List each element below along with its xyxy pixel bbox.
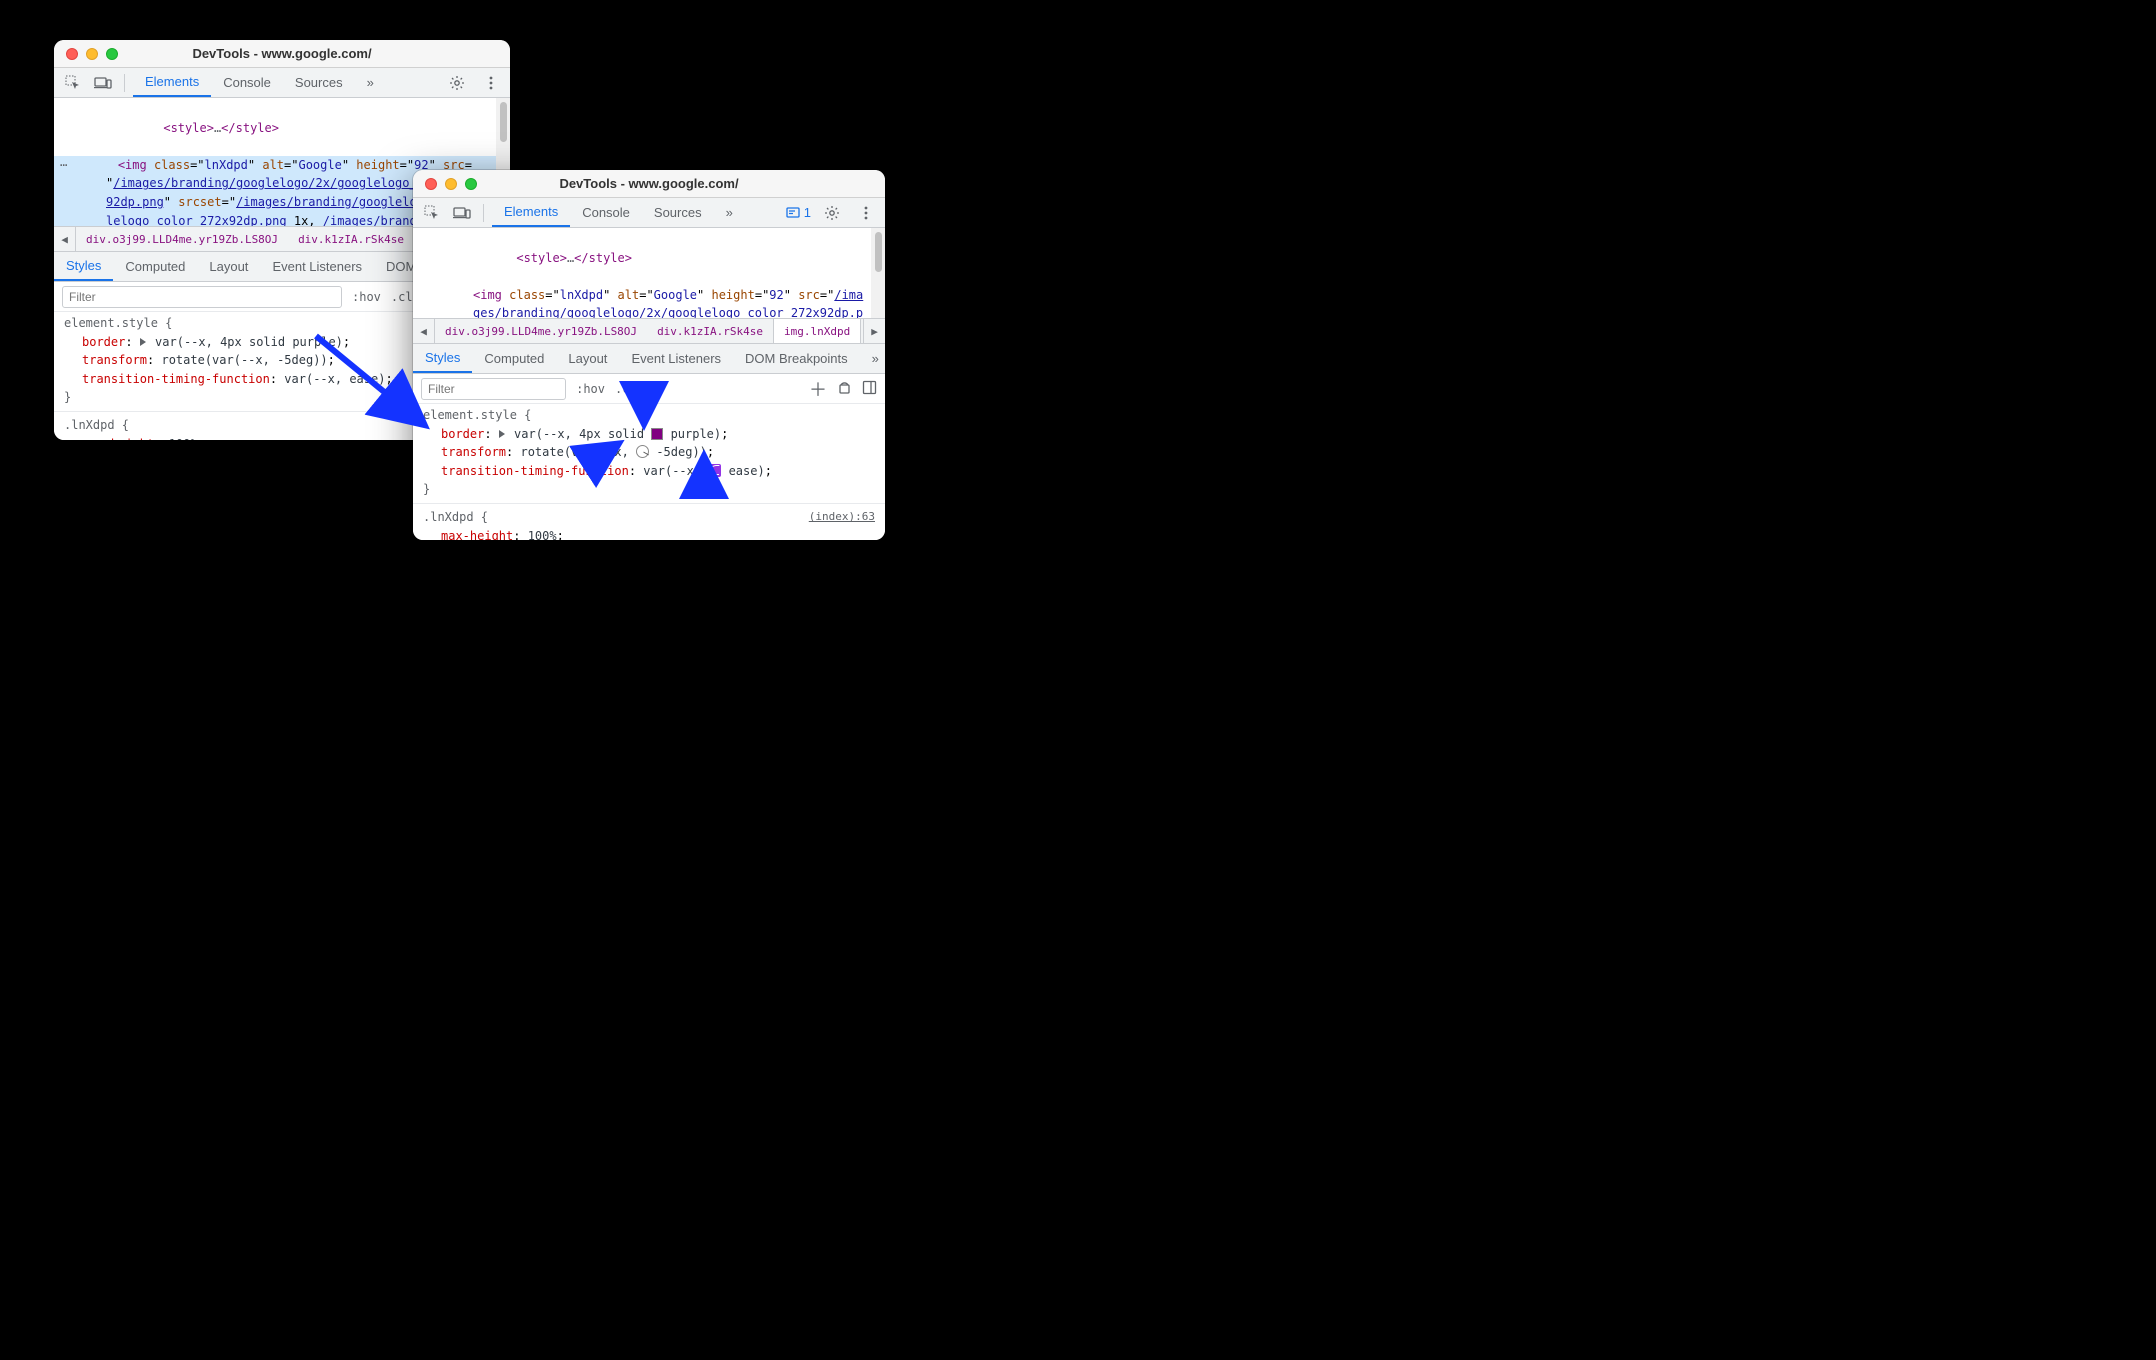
settings-icon[interactable] [444, 71, 470, 95]
styles-editor-icon[interactable] [837, 380, 852, 398]
css-declaration[interactable]: transform: rotate(var(--x, -5deg)); [423, 443, 875, 462]
hov-toggle[interactable]: :hov [352, 290, 381, 304]
color-swatch-icon[interactable] [651, 428, 663, 440]
subtab-dom-breakpoints[interactable]: DOM Breakpoints [733, 344, 860, 373]
styles-subtabs: Styles Computed Layout Event Listeners D… [413, 344, 885, 374]
titlebar: DevTools - www.google.com/ [54, 40, 510, 68]
main-tabs: Elements Console Sources » [133, 68, 386, 97]
dom-tree-panel: <style>…</style> <img class="lnXdpd" alt… [413, 228, 885, 318]
minimize-window-button[interactable] [445, 178, 457, 190]
close-window-button[interactable] [66, 48, 78, 60]
style-tag-line: <style>…</style> [103, 121, 279, 135]
close-window-button[interactable] [425, 178, 437, 190]
breadcrumb-item-active[interactable]: img.lnXdpd [773, 319, 861, 343]
source-link[interactable]: (index):63 [809, 508, 875, 525]
main-toolbar: Elements Console Sources » 1 [413, 198, 885, 228]
new-style-rule-icon[interactable]: ＋ [809, 376, 827, 402]
rule-close: } [423, 480, 875, 499]
tab-sources[interactable]: Sources [283, 68, 355, 97]
titlebar: DevTools - www.google.com/ [413, 170, 885, 198]
zoom-window-button[interactable] [465, 178, 477, 190]
css-declaration[interactable]: max-height: 100%; [423, 527, 875, 540]
device-toolbar-icon[interactable] [90, 71, 116, 95]
inspect-element-icon[interactable] [60, 71, 86, 95]
breadcrumb-scroll-left[interactable]: ◀ [413, 319, 435, 343]
breadcrumb-item[interactable]: div.k1zIA.rSk4se [288, 227, 414, 251]
css-declaration[interactable]: border: var(--x, 4px solid purple); [423, 425, 875, 444]
subtab-styles[interactable]: Styles [54, 252, 113, 281]
minimize-window-button[interactable] [86, 48, 98, 60]
kebab-menu-icon[interactable] [853, 201, 879, 225]
tab-elements[interactable]: Elements [133, 68, 211, 97]
issues-counter[interactable]: 1 [786, 205, 811, 220]
styles-filter-input[interactable] [62, 286, 342, 308]
bezier-swatch-icon[interactable] [708, 464, 721, 477]
kebab-menu-icon[interactable] [478, 71, 504, 95]
subtab-computed[interactable]: Computed [472, 344, 556, 373]
device-toolbar-icon[interactable] [449, 201, 475, 225]
expand-shorthand-icon[interactable] [499, 430, 505, 438]
dom-tree[interactable]: <style>…</style> <img class="lnXdpd" alt… [413, 228, 871, 318]
styles-toolbar: :hov .cls ＋ [413, 374, 885, 404]
breadcrumb-item[interactable]: div.k1zIA.rSk4se [647, 319, 773, 343]
breadcrumb-item[interactable]: div.o3j99.LLD4me.yr19Zb.LS8OJ [76, 227, 288, 251]
tab-sources[interactable]: Sources [642, 198, 714, 227]
angle-swatch-icon[interactable] [636, 445, 649, 458]
tab-console[interactable]: Console [570, 198, 642, 227]
tab-more[interactable]: » [355, 68, 386, 97]
tab-console[interactable]: Console [211, 68, 283, 97]
hov-toggle[interactable]: :hov [576, 382, 605, 396]
subtab-event-listeners[interactable]: Event Listeners [260, 252, 374, 281]
expand-shorthand-icon[interactable] [140, 338, 146, 346]
breadcrumb-item[interactable]: div.o3j99.LLD4me.yr19Zb.LS8OJ [435, 319, 647, 343]
computed-styles-sidebar-icon[interactable] [862, 380, 877, 398]
ellipsis-icon: ⋯ [60, 158, 67, 172]
css-declaration[interactable]: transition-timing-function: var(--x, eas… [423, 462, 875, 481]
main-toolbar: Elements Console Sources » [54, 68, 510, 98]
traffic-lights [54, 48, 118, 60]
separator [124, 74, 125, 92]
breadcrumb-bar: ◀ div.o3j99.LLD4me.yr19Zb.LS8OJ div.k1zI… [413, 318, 885, 344]
breadcrumb-scroll-left[interactable]: ◀ [54, 227, 76, 251]
subtab-layout[interactable]: Layout [197, 252, 260, 281]
zoom-window-button[interactable] [106, 48, 118, 60]
styles-filter-input[interactable] [421, 378, 566, 400]
styles-pane[interactable]: element.style { border: var(--x, 4px sol… [413, 404, 885, 540]
selected-node[interactable]: <img class="lnXdpd" alt="Google" height=… [473, 286, 865, 318]
window-title: DevTools - www.google.com/ [54, 46, 510, 61]
scrollbar[interactable] [871, 228, 885, 318]
subtab-computed[interactable]: Computed [113, 252, 197, 281]
devtools-window-right: DevTools - www.google.com/ Elements Cons… [413, 170, 885, 540]
subtab-layout[interactable]: Layout [556, 344, 619, 373]
style-tag-line: <style>…</style> [516, 251, 632, 265]
tab-elements[interactable]: Elements [492, 198, 570, 227]
subtab-event-listeners[interactable]: Event Listeners [619, 344, 733, 373]
rule-selector: element.style { [423, 406, 875, 425]
subtab-more[interactable]: » [860, 344, 885, 373]
tab-more[interactable]: » [714, 198, 745, 227]
settings-icon[interactable] [819, 201, 845, 225]
window-title: DevTools - www.google.com/ [413, 176, 885, 191]
main-tabs: Elements Console Sources » [492, 198, 745, 227]
subtab-styles[interactable]: Styles [413, 344, 472, 373]
separator [483, 204, 484, 222]
breadcrumb-scroll-right[interactable]: ▶ [863, 319, 885, 343]
rule-selector: .lnXdpd { [423, 510, 488, 524]
issues-count-text: 1 [804, 205, 811, 220]
inspect-element-icon[interactable] [419, 201, 445, 225]
traffic-lights [413, 178, 477, 190]
cls-toggle[interactable]: .cls [615, 382, 644, 396]
